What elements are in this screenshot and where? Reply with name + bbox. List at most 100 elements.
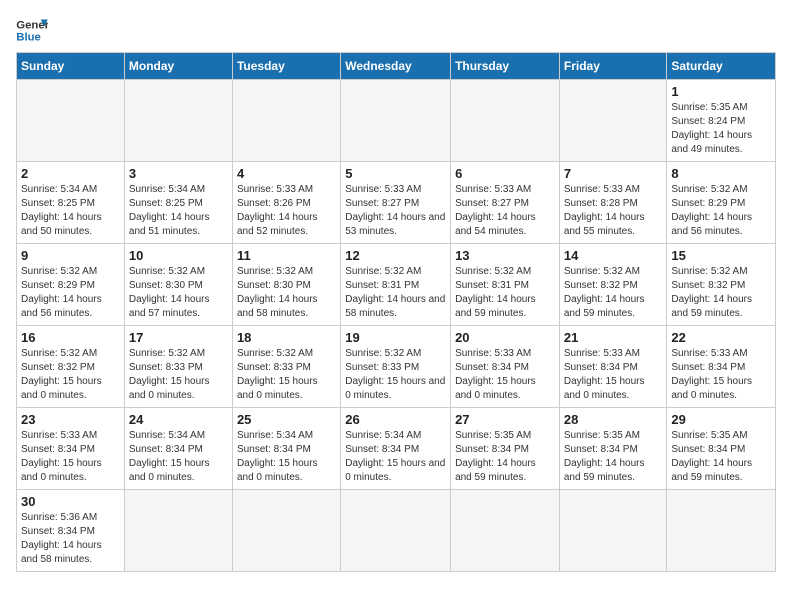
day-cell: 29Sunrise: 5:35 AMSunset: 8:34 PMDayligh… <box>667 408 776 490</box>
day-cell: 14 Sunrise: 5:32 AMSunset: 8:32 PMDayligh… <box>559 244 667 326</box>
day-info: Sunrise: 5:33 AMSunset: 8:34 PMDaylight:… <box>455 347 555 403</box>
day-info: Sunrise: 5:33 AMSunset: 8:34 PMDaylight:… <box>671 347 771 403</box>
day-number: 20 <box>455 330 555 345</box>
day-cell: 1Sunrise: 5:35 AMSunset: 8:24 PMDaylight… <box>667 80 776 162</box>
header-day-thursday: Thursday <box>451 53 560 80</box>
day-cell <box>559 490 667 572</box>
day-info: Sunrise: 5:35 AMSunset: 8:24 PMDaylight:… <box>671 101 771 157</box>
header-day-saturday: Saturday <box>667 53 776 80</box>
day-info: Sunrise: 5:33 AMSunset: 8:34 PMDaylight:… <box>564 347 663 403</box>
day-info: Sunrise: 5:35 AMSunset: 8:34 PMDaylight:… <box>564 429 663 485</box>
day-number: 16 <box>21 330 120 345</box>
day-number: 17 <box>129 330 228 345</box>
day-cell <box>667 490 776 572</box>
day-info: Sunrise: 5:32 AMSunset: 8:30 PMDaylight:… <box>129 265 228 321</box>
day-cell: 10 Sunrise: 5:32 AMSunset: 8:30 PMDayligh… <box>124 244 232 326</box>
day-info: Sunrise: 5:34 AMSunset: 8:34 PMDaylight:… <box>345 429 446 485</box>
day-cell: 13 Sunrise: 5:32 AMSunset: 8:31 PMDayligh… <box>451 244 560 326</box>
day-info: Sunrise: 5:36 AMSunset: 8:34 PMDaylight:… <box>21 511 120 567</box>
day-info: Sunrise: 5:33 AMSunset: 8:28 PMDaylight:… <box>564 183 663 239</box>
day-info: Sunrise: 5:32 AMSunset: 8:32 PMDaylight:… <box>564 265 663 321</box>
day-cell <box>451 80 560 162</box>
day-number: 23 <box>21 412 120 427</box>
day-number: 7 <box>564 166 663 181</box>
day-number: 30 <box>21 494 120 509</box>
day-cell: 30 Sunrise: 5:36 AMSunset: 8:34 PMDayligh… <box>17 490 125 572</box>
day-cell: 8 Sunrise: 5:32 AMSunset: 8:29 PMDaylight… <box>667 162 776 244</box>
day-cell: 9Sunrise: 5:32 AMSunset: 8:29 PMDaylight… <box>17 244 125 326</box>
header-day-wednesday: Wednesday <box>341 53 451 80</box>
calendar: SundayMondayTuesdayWednesdayThursdayFrid… <box>16 52 776 572</box>
day-cell: 2 Sunrise: 5:34 AMSunset: 8:25 PMDaylight… <box>17 162 125 244</box>
day-cell: 21Sunrise: 5:33 AMSunset: 8:34 PMDayligh… <box>559 326 667 408</box>
week-row-1: 1Sunrise: 5:35 AMSunset: 8:24 PMDaylight… <box>17 80 776 162</box>
week-row-3: 9Sunrise: 5:32 AMSunset: 8:29 PMDaylight… <box>17 244 776 326</box>
day-header-row: SundayMondayTuesdayWednesdayThursdayFrid… <box>17 53 776 80</box>
header-day-monday: Monday <box>124 53 232 80</box>
header: General Blue <box>16 16 776 44</box>
day-info: Sunrise: 5:34 AMSunset: 8:25 PMDaylight:… <box>129 183 228 239</box>
day-number: 15 <box>671 248 771 263</box>
day-cell: 24 Sunrise: 5:34 AMSunset: 8:34 PMDayligh… <box>124 408 232 490</box>
day-cell <box>124 80 232 162</box>
day-cell: 16 Sunrise: 5:32 AMSunset: 8:32 PMDayligh… <box>17 326 125 408</box>
day-number: 10 <box>129 248 228 263</box>
day-number: 18 <box>237 330 336 345</box>
day-cell: 4Sunrise: 5:33 AMSunset: 8:26 PMDaylight… <box>232 162 340 244</box>
week-row-2: 2 Sunrise: 5:34 AMSunset: 8:25 PMDaylight… <box>17 162 776 244</box>
day-cell: 19 Sunrise: 5:32 AMSunset: 8:33 PMDayligh… <box>341 326 451 408</box>
day-cell: 22Sunrise: 5:33 AMSunset: 8:34 PMDayligh… <box>667 326 776 408</box>
day-cell: 27Sunrise: 5:35 AMSunset: 8:34 PMDayligh… <box>451 408 560 490</box>
day-info: Sunrise: 5:32 AMSunset: 8:33 PMDaylight:… <box>237 347 336 403</box>
day-number: 9 <box>21 248 120 263</box>
day-number: 12 <box>345 248 446 263</box>
day-number: 19 <box>345 330 446 345</box>
day-info: Sunrise: 5:33 AMSunset: 8:27 PMDaylight:… <box>455 183 555 239</box>
day-info: Sunrise: 5:35 AMSunset: 8:34 PMDaylight:… <box>455 429 555 485</box>
day-cell: 11Sunrise: 5:32 AMSunset: 8:30 PMDayligh… <box>232 244 340 326</box>
day-cell: 20 Sunrise: 5:33 AMSunset: 8:34 PMDayligh… <box>451 326 560 408</box>
day-cell <box>124 490 232 572</box>
day-info: Sunrise: 5:34 AMSunset: 8:34 PMDaylight:… <box>129 429 228 485</box>
day-number: 25 <box>237 412 336 427</box>
day-cell <box>451 490 560 572</box>
day-info: Sunrise: 5:32 AMSunset: 8:29 PMDaylight:… <box>671 183 771 239</box>
day-cell: 28 Sunrise: 5:35 AMSunset: 8:34 PMDayligh… <box>559 408 667 490</box>
day-info: Sunrise: 5:33 AMSunset: 8:34 PMDaylight:… <box>21 429 120 485</box>
day-cell <box>17 80 125 162</box>
day-info: Sunrise: 5:32 AMSunset: 8:31 PMDaylight:… <box>455 265 555 321</box>
day-number: 24 <box>129 412 228 427</box>
day-cell: 18 Sunrise: 5:32 AMSunset: 8:33 PMDayligh… <box>232 326 340 408</box>
header-day-friday: Friday <box>559 53 667 80</box>
day-number: 3 <box>129 166 228 181</box>
day-cell: 26 Sunrise: 5:34 AMSunset: 8:34 PMDayligh… <box>341 408 451 490</box>
day-number: 14 <box>564 248 663 263</box>
svg-text:Blue: Blue <box>16 32 41 44</box>
day-cell <box>341 80 451 162</box>
day-info: Sunrise: 5:32 AMSunset: 8:32 PMDaylight:… <box>21 347 120 403</box>
day-number: 26 <box>345 412 446 427</box>
day-number: 28 <box>564 412 663 427</box>
day-number: 8 <box>671 166 771 181</box>
day-info: Sunrise: 5:32 AMSunset: 8:32 PMDaylight:… <box>671 265 771 321</box>
day-cell: 25 Sunrise: 5:34 AMSunset: 8:34 PMDayligh… <box>232 408 340 490</box>
day-cell: 7 Sunrise: 5:33 AMSunset: 8:28 PMDaylight… <box>559 162 667 244</box>
day-cell: 12Sunrise: 5:32 AMSunset: 8:31 PMDayligh… <box>341 244 451 326</box>
day-cell <box>341 490 451 572</box>
day-number: 5 <box>345 166 446 181</box>
day-info: Sunrise: 5:32 AMSunset: 8:30 PMDaylight:… <box>237 265 336 321</box>
header-day-sunday: Sunday <box>17 53 125 80</box>
day-cell: 23 Sunrise: 5:33 AMSunset: 8:34 PMDayligh… <box>17 408 125 490</box>
day-info: Sunrise: 5:34 AMSunset: 8:25 PMDaylight:… <box>21 183 120 239</box>
day-info: Sunrise: 5:32 AMSunset: 8:33 PMDaylight:… <box>129 347 228 403</box>
day-number: 2 <box>21 166 120 181</box>
day-info: Sunrise: 5:33 AMSunset: 8:27 PMDaylight:… <box>345 183 446 239</box>
day-number: 6 <box>455 166 555 181</box>
day-info: Sunrise: 5:32 AMSunset: 8:33 PMDaylight:… <box>345 347 446 403</box>
day-cell: 17 Sunrise: 5:32 AMSunset: 8:33 PMDayligh… <box>124 326 232 408</box>
day-number: 4 <box>237 166 336 181</box>
day-cell: 5 Sunrise: 5:33 AMSunset: 8:27 PMDaylight… <box>341 162 451 244</box>
day-cell <box>559 80 667 162</box>
day-number: 13 <box>455 248 555 263</box>
day-info: Sunrise: 5:34 AMSunset: 8:34 PMDaylight:… <box>237 429 336 485</box>
